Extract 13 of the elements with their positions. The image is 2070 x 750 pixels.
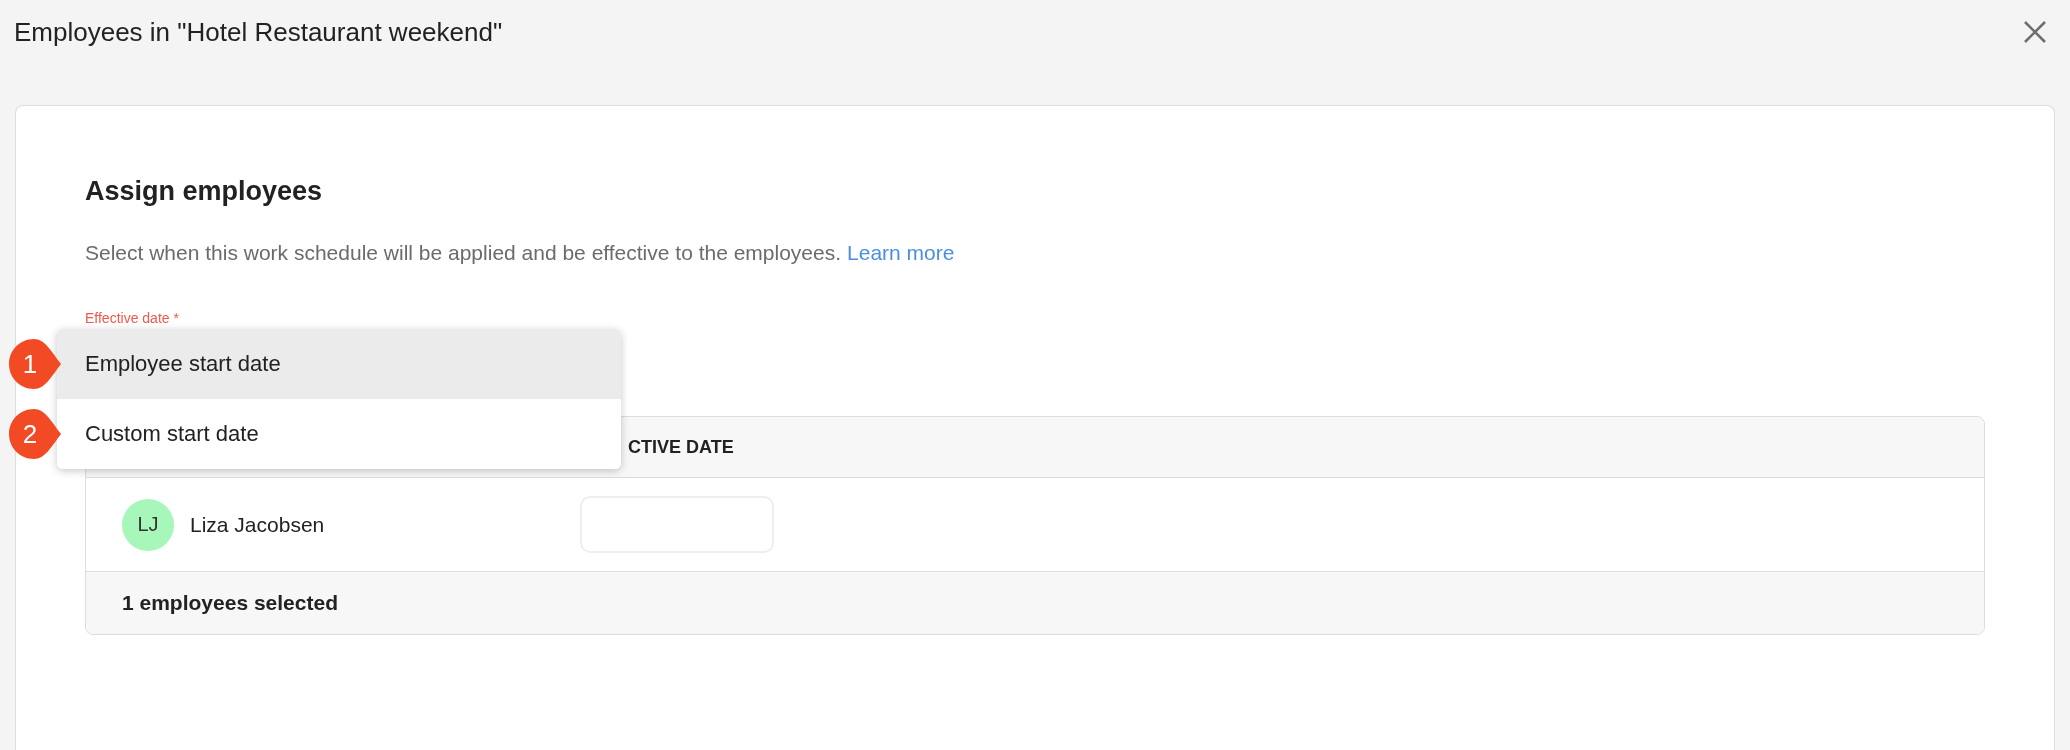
employee-name: Liza Jacobsen — [190, 512, 325, 537]
column-header: CTIVE DATE — [627, 436, 735, 458]
dropdown-option[interactable]: Custom start date — [57, 399, 621, 469]
dropdown-option[interactable]: Employee start date — [57, 329, 621, 399]
close-icon[interactable] — [2022, 19, 2048, 45]
step-marker: 2 — [7, 407, 61, 461]
window-title: Employees in "Hotel Restaurant weekend" — [14, 16, 503, 48]
step-marker: 1 — [7, 337, 61, 391]
avatar: LJ — [122, 498, 174, 551]
selection-count: 1 employees selected — [122, 591, 338, 615]
section-description: Select when this work schedule will be applied and be effective to the employees. Learn more — [85, 241, 956, 265]
section-title: Assign employees — [85, 176, 324, 207]
field-label: Effective date * — [85, 310, 179, 326]
